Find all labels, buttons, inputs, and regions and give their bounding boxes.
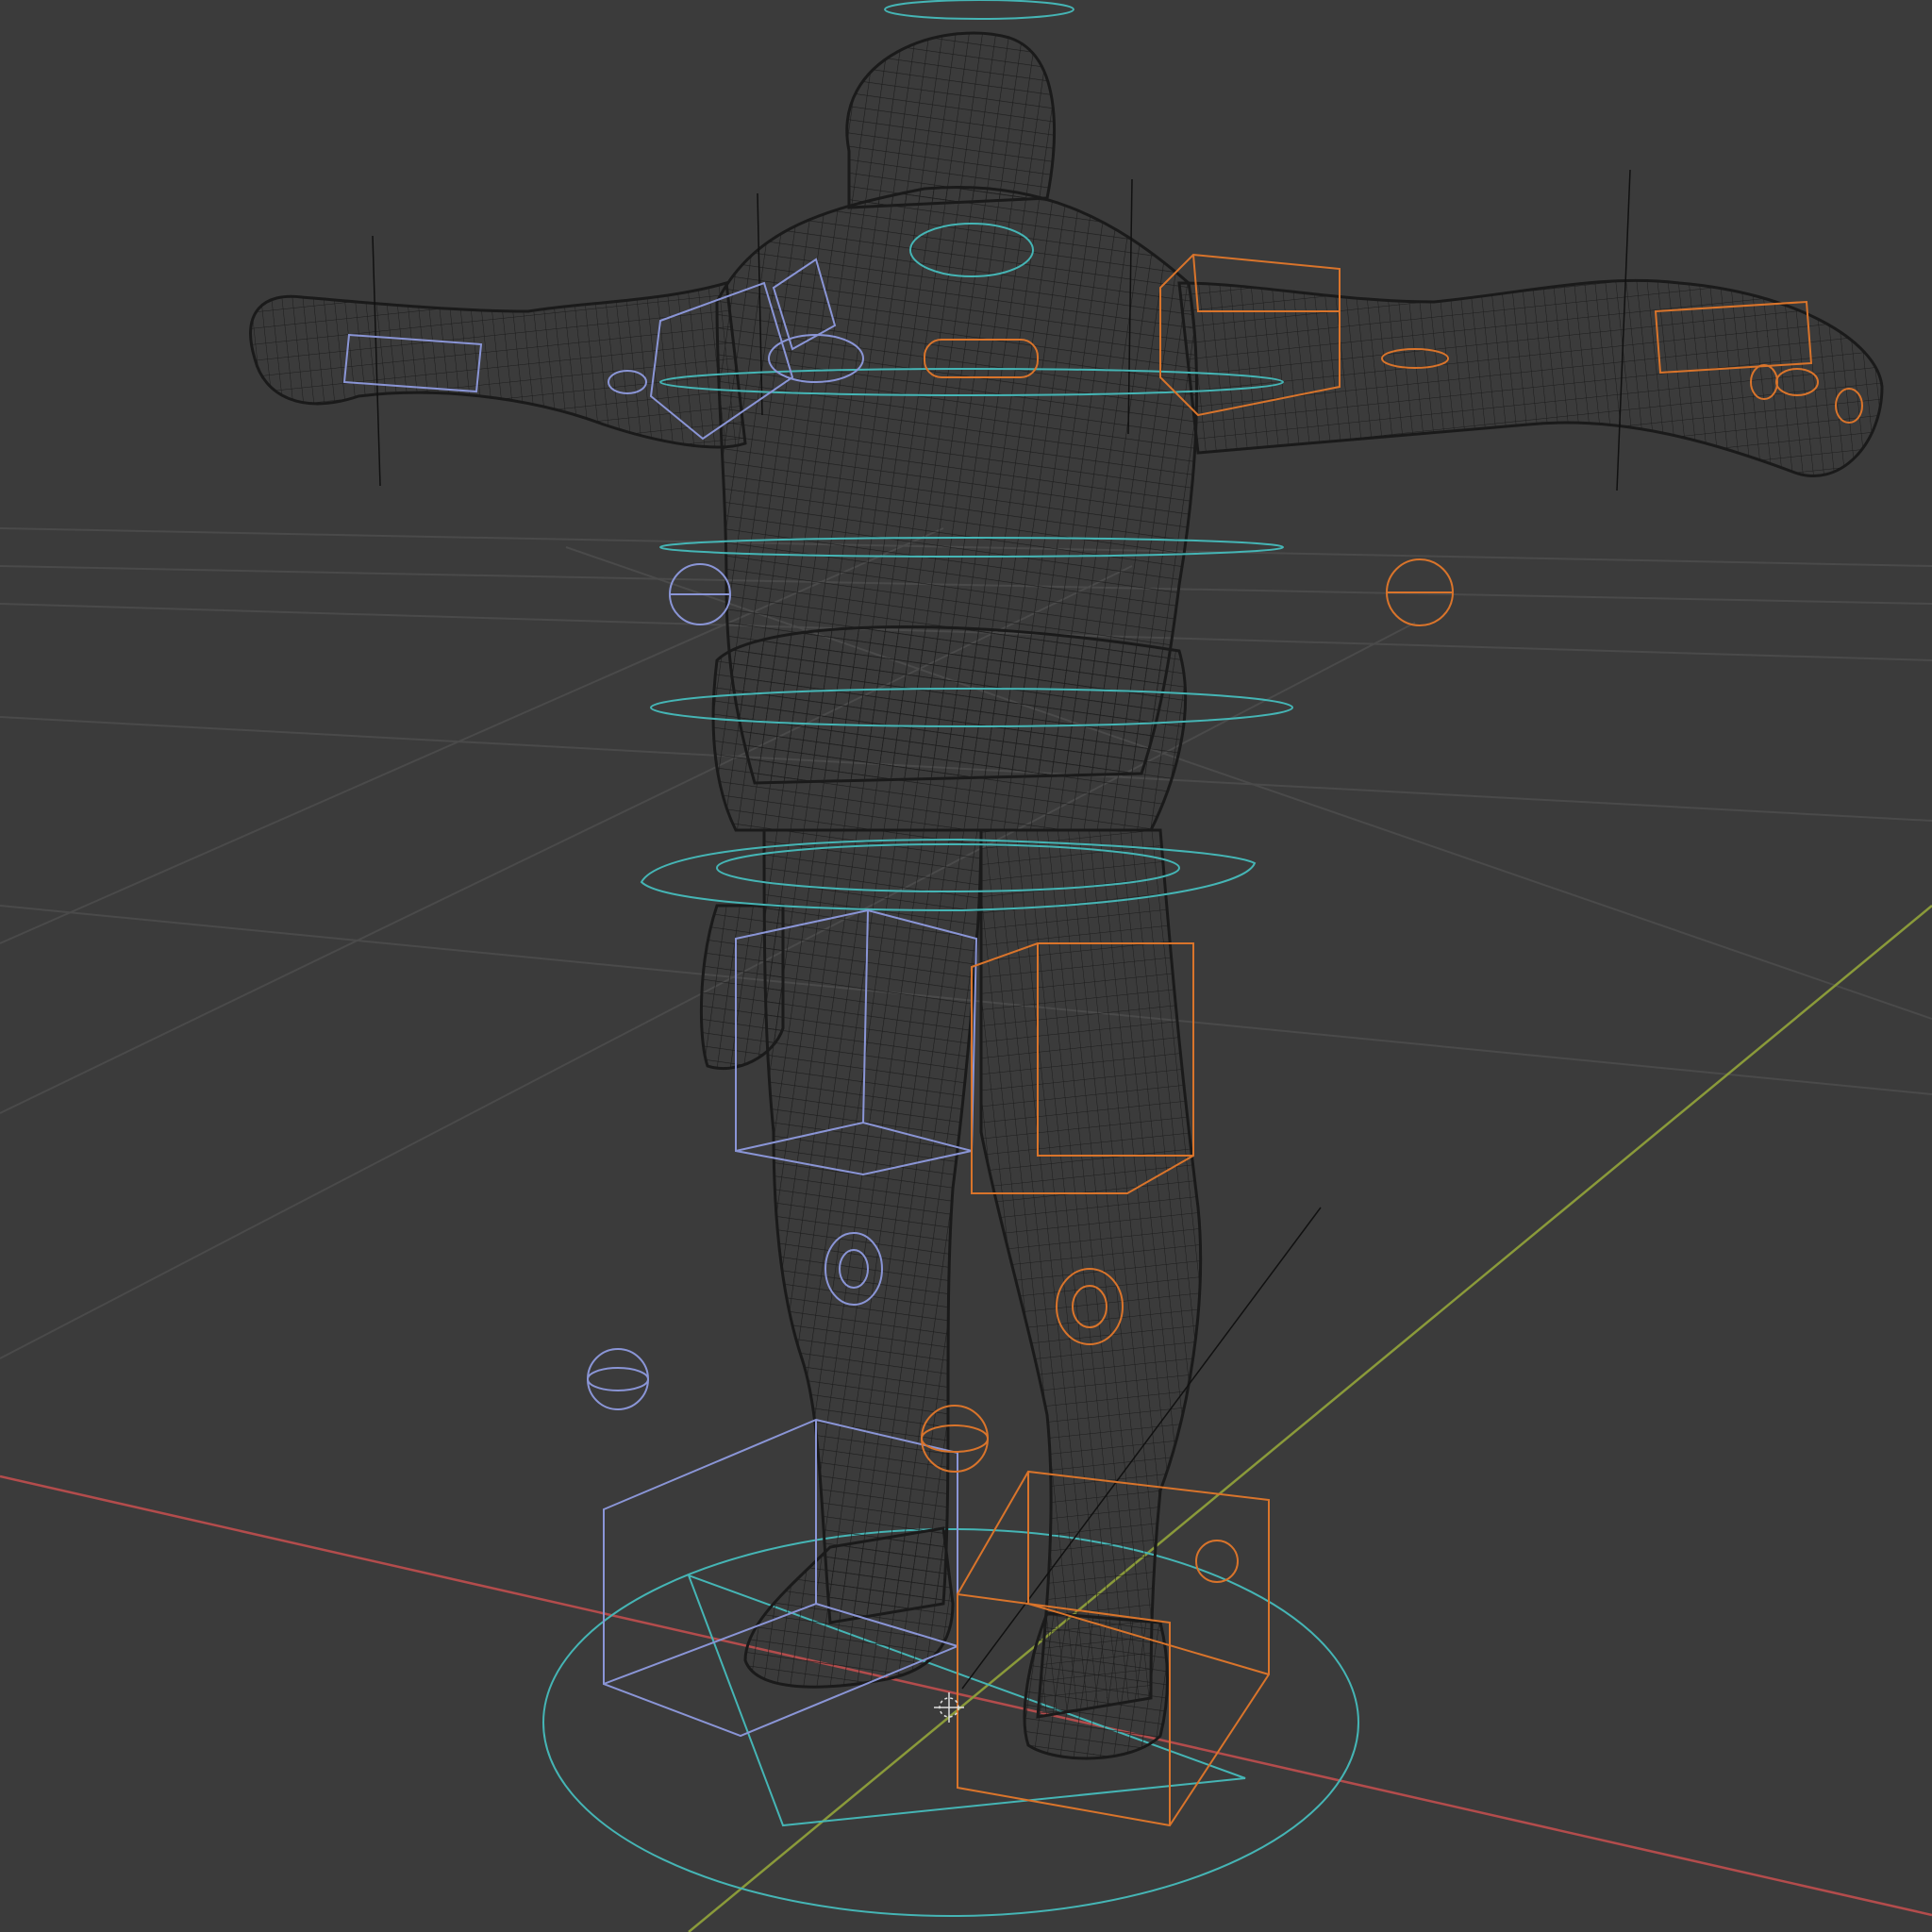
head-control[interactable] — [884, 0, 1074, 20]
knee-pole-l-control[interactable] — [587, 1348, 649, 1410]
character-mesh[interactable] — [249, 31, 1884, 1760]
x-axis-line — [0, 1474, 1932, 1917]
3d-cursor-icon[interactable] — [934, 1692, 964, 1723]
3d-viewport[interactable] — [0, 0, 1932, 1932]
